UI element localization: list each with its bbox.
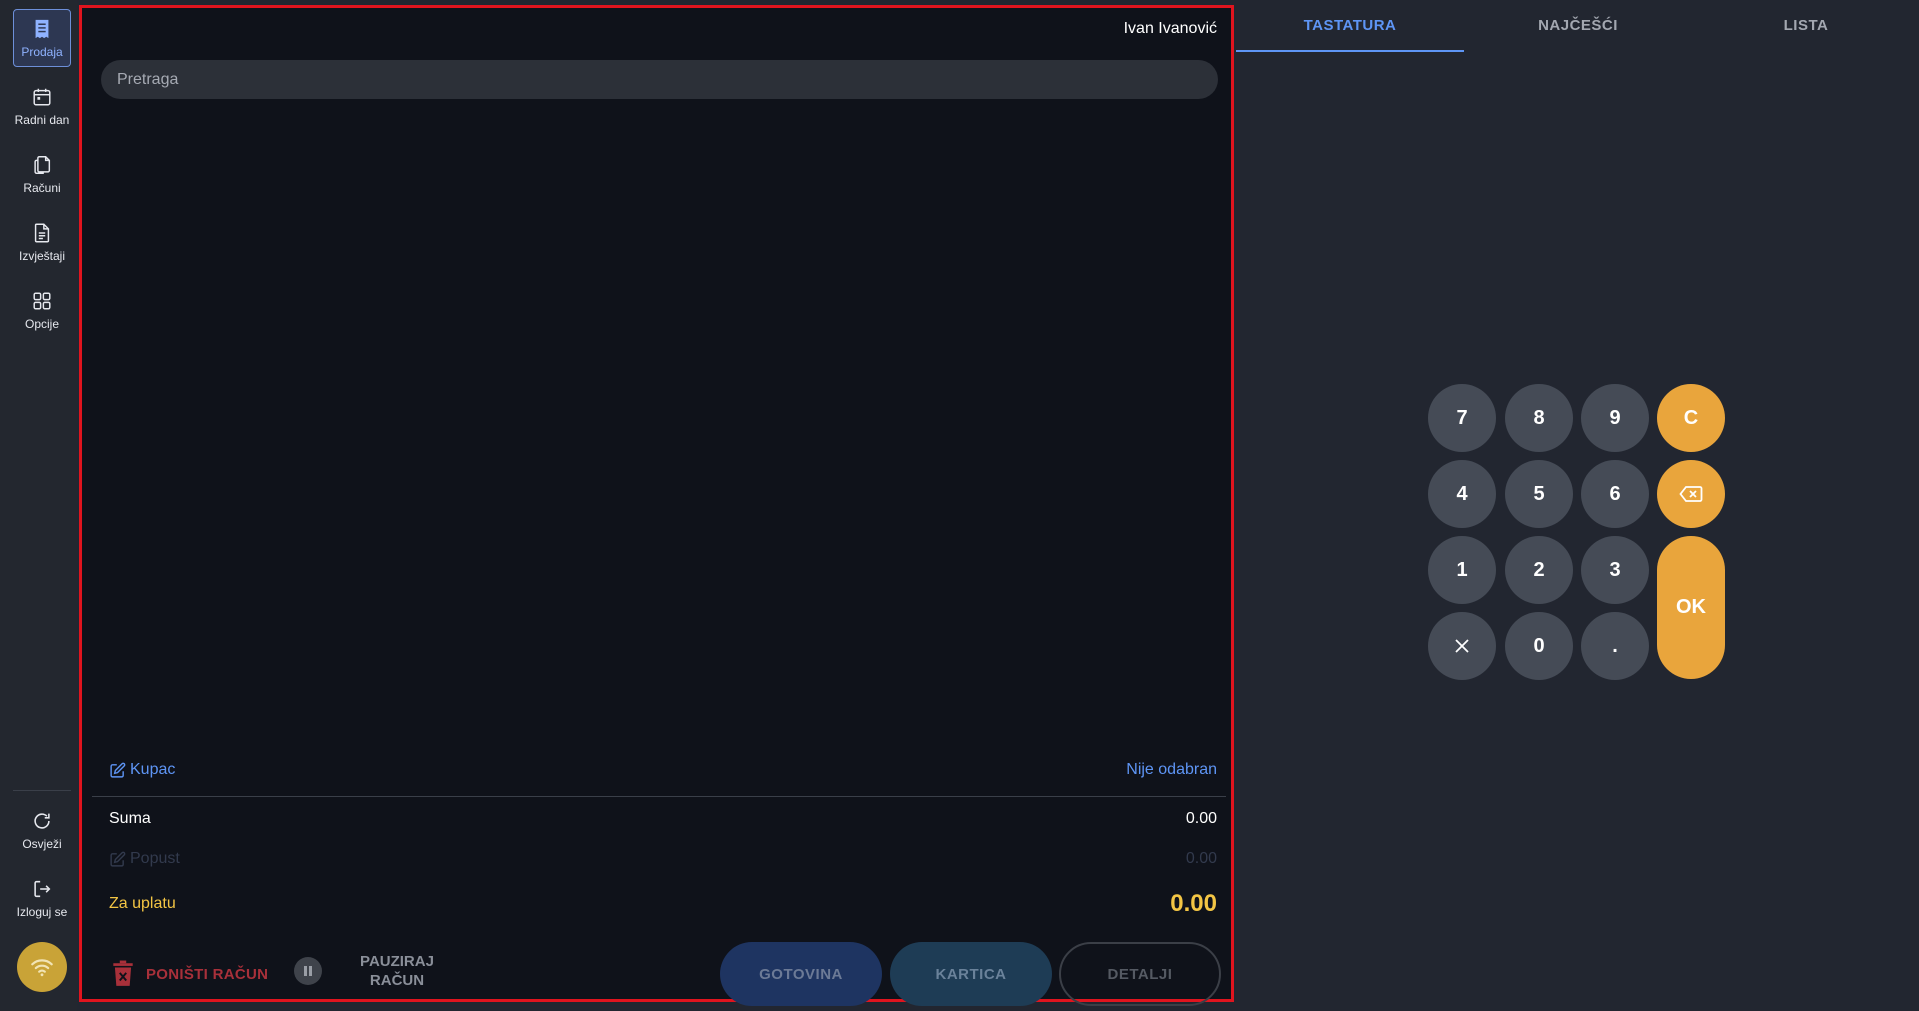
tab-tastatura[interactable]: TASTATURA (1236, 0, 1464, 52)
cash-button[interactable]: GOTOVINA (720, 942, 882, 1006)
discount-label: Popust (130, 850, 180, 867)
backspace-icon (1679, 486, 1703, 502)
card-button[interactable]: KARTICA (890, 942, 1052, 1006)
key-6[interactable]: 6 (1581, 460, 1649, 528)
connection-status-button[interactable] (17, 942, 67, 992)
report-icon (34, 223, 50, 242)
key-7[interactable]: 7 (1428, 384, 1496, 452)
nav-radni-dan[interactable]: Radni dan (13, 77, 71, 135)
cancel-receipt-button[interactable]: PONIŠTI RAČUN (110, 960, 268, 988)
pause-icon (294, 957, 322, 985)
sidebar-divider (13, 790, 71, 791)
input-mode-tabs: TASTATURA NAJČEŠĆI LISTA (1236, 0, 1919, 52)
total-due-value: 0.00 (1170, 890, 1217, 917)
key-backspace[interactable] (1657, 460, 1725, 528)
sum-label: Suma (109, 810, 151, 827)
key-clear[interactable]: C (1657, 384, 1725, 452)
key-8[interactable]: 8 (1505, 384, 1573, 452)
customer-link[interactable]: Kupac (109, 761, 175, 779)
nav-osvjezi[interactable]: Osvježi (13, 801, 71, 859)
key-decimal[interactable]: . (1581, 612, 1649, 680)
sales-panel: Ivan Ivanović Kupac Nije odabran Suma 0.… (79, 5, 1234, 1006)
nav-izloguj-se[interactable]: Izloguj se (13, 869, 71, 927)
totals-divider (92, 796, 1226, 797)
tab-najcesci[interactable]: NAJČEŠĆI (1464, 0, 1692, 50)
nav-label: Izvještaji (18, 248, 65, 263)
pause-receipt-label: PAUZIRAJ RAČUN (360, 953, 434, 989)
key-9[interactable]: 9 (1581, 384, 1649, 452)
edit-icon (110, 851, 126, 867)
key-5[interactable]: 5 (1505, 460, 1573, 528)
documents-icon (34, 155, 51, 174)
customer-label: Kupac (130, 761, 176, 778)
total-due-row: Za uplatu 0.00 (109, 890, 1217, 918)
action-bar: PONIŠTI RAČUN PAUZIRAJ RAČUN GOTOVINA KA… (82, 940, 1231, 1006)
nav-racuni[interactable]: Računi (13, 145, 71, 203)
multiply-icon (1455, 639, 1469, 653)
discount-value: 0.00 (1185, 850, 1217, 867)
nav-label: Radni dan (14, 112, 70, 127)
nav-label: Prodaja (21, 44, 63, 59)
key-3[interactable]: 3 (1581, 536, 1649, 604)
key-2[interactable]: 2 (1505, 536, 1573, 604)
search-input[interactable] (101, 60, 1218, 99)
wifi-icon (31, 959, 53, 977)
pause-receipt-button[interactable]: PAUZIRAJ RAČUN (294, 952, 452, 990)
nav-opcije[interactable]: Opcije (13, 281, 71, 339)
sum-row: Suma 0.00 (109, 810, 1217, 828)
customer-value[interactable]: Nije odabran (1126, 761, 1217, 779)
tab-lista[interactable]: LISTA (1692, 0, 1919, 50)
nav-label: Računi (23, 180, 61, 195)
nav-label: Izloguj se (16, 904, 68, 919)
logout-icon (34, 880, 51, 897)
user-name: Ivan Ivanović (1123, 20, 1217, 37)
grid-icon (33, 291, 51, 310)
nav-label: Opcije (24, 316, 59, 331)
sidebar: Prodaja Radni dan Računi Izvještaji Opci… (0, 0, 77, 1011)
refresh-icon (34, 812, 50, 829)
nav-prodaja[interactable]: Prodaja (13, 9, 71, 67)
discount-link[interactable]: Popust (109, 850, 180, 868)
trash-icon (113, 960, 133, 986)
customer-row: Kupac Nije odabran (109, 761, 1217, 779)
key-4[interactable]: 4 (1428, 460, 1496, 528)
nav-label: Osvježi (22, 836, 62, 851)
key-multiply[interactable] (1428, 612, 1496, 680)
key-ok[interactable]: OK (1657, 536, 1725, 679)
cancel-receipt-label: PONIŠTI RAČUN (146, 965, 269, 983)
sum-value: 0.00 (1185, 810, 1217, 827)
total-due-label: Za uplatu (109, 895, 176, 912)
calendar-icon (33, 88, 51, 106)
discount-row: Popust 0.00 (109, 850, 1217, 868)
key-0[interactable]: 0 (1505, 612, 1573, 680)
nav-izvjestaji[interactable]: Izvještaji (13, 213, 71, 271)
details-button[interactable]: DETALJI (1059, 942, 1221, 1006)
edit-icon (110, 762, 126, 778)
key-1[interactable]: 1 (1428, 536, 1496, 604)
receipt-icon (35, 19, 49, 38)
